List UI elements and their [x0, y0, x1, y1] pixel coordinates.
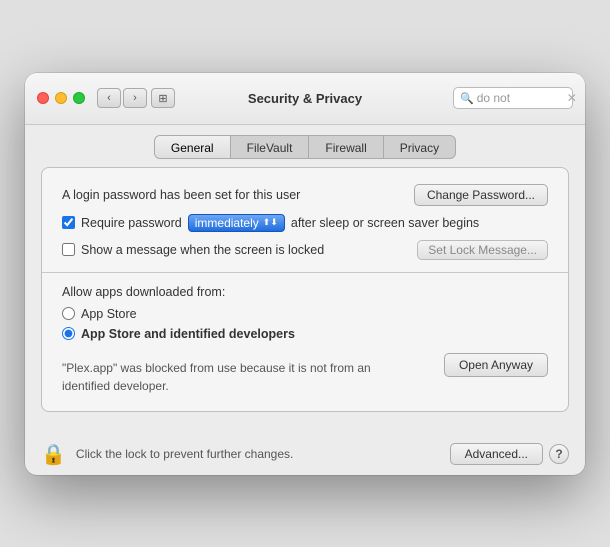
tab-filevault[interactable]: FileVault	[231, 136, 310, 159]
password-timing-value: immediately	[195, 216, 259, 230]
help-button[interactable]: ?	[549, 444, 569, 464]
app-store-identified-label: App Store and identified developers	[81, 327, 295, 341]
password-timing-dropdown[interactable]: immediately ⬆⬇	[188, 214, 285, 232]
search-input[interactable]	[477, 91, 567, 105]
window: ‹ › ⊞ Security & Privacy 🔍 ✕ General Fil…	[25, 73, 585, 475]
advanced-button[interactable]: Advanced...	[450, 443, 543, 465]
window-title-text: Security & Privacy	[248, 91, 362, 106]
tab-privacy[interactable]: Privacy	[384, 136, 455, 159]
lock-icon[interactable]: 🔒	[41, 442, 66, 467]
bottom-right: Advanced... ?	[450, 443, 569, 465]
titlebar: ‹ › ⊞ Security & Privacy 🔍 ✕	[25, 73, 585, 125]
forward-button[interactable]: ›	[123, 88, 147, 108]
app-store-identified-radio-row: App Store and identified developers	[62, 327, 548, 341]
lock-label: Click the lock to prevent further change…	[76, 447, 293, 461]
tabs: General FileVault Firewall Privacy	[154, 135, 456, 159]
show-message-label: Show a message when the screen is locked	[81, 243, 324, 257]
require-password-checkbox[interactable]	[62, 216, 75, 229]
maximize-button[interactable]	[73, 92, 85, 104]
search-icon: 🔍	[460, 92, 474, 105]
app-store-radio-row: App Store	[62, 307, 548, 321]
login-password-label: A login password has been set for this u…	[62, 188, 300, 202]
divider	[42, 272, 568, 273]
back-button[interactable]: ‹	[97, 88, 121, 108]
search-clear-icon[interactable]: ✕	[567, 91, 577, 105]
require-password-checkbox-row: Require password immediately ⬆⬇ after sl…	[62, 214, 479, 232]
login-password-row: A login password has been set for this u…	[62, 184, 548, 206]
close-button[interactable]	[37, 92, 49, 104]
allow-apps-label: Allow apps downloaded from:	[62, 285, 548, 299]
tab-general[interactable]: General	[155, 136, 231, 159]
show-message-checkbox-row: Show a message when the screen is locked	[62, 243, 324, 257]
open-anyway-area: "Plex.app" was blocked from use because …	[62, 349, 548, 395]
tabs-container: General FileVault Firewall Privacy	[25, 125, 585, 167]
tab-firewall[interactable]: Firewall	[309, 136, 383, 159]
general-panel: A login password has been set for this u…	[41, 167, 569, 412]
blocked-message: "Plex.app" was blocked from use because …	[62, 359, 402, 395]
grid-button[interactable]: ⊞	[151, 88, 175, 108]
set-lock-message-button[interactable]: Set Lock Message...	[417, 240, 548, 260]
app-store-label: App Store	[81, 307, 137, 321]
after-sleep-label: after sleep or screen saver begins	[291, 216, 479, 230]
window-title: Security & Privacy	[248, 91, 362, 106]
minimize-button[interactable]	[55, 92, 67, 104]
app-store-radio[interactable]	[62, 307, 75, 320]
search-box[interactable]: 🔍 ✕	[453, 87, 573, 109]
app-store-identified-radio[interactable]	[62, 327, 75, 340]
bottom-bar: 🔒 Click the lock to prevent further chan…	[25, 434, 585, 475]
show-message-checkbox[interactable]	[62, 243, 75, 256]
nav-buttons: ‹ ›	[97, 88, 147, 108]
require-password-row: Require password immediately ⬆⬇ after sl…	[62, 214, 548, 232]
require-password-label: Require password	[81, 216, 182, 230]
open-anyway-button[interactable]: Open Anyway	[444, 353, 548, 377]
traffic-lights	[37, 92, 85, 104]
change-password-button[interactable]: Change Password...	[414, 184, 548, 206]
content: A login password has been set for this u…	[25, 167, 585, 434]
show-message-row: Show a message when the screen is locked…	[62, 240, 548, 260]
dropdown-arrow-icon: ⬆⬇	[263, 217, 278, 228]
